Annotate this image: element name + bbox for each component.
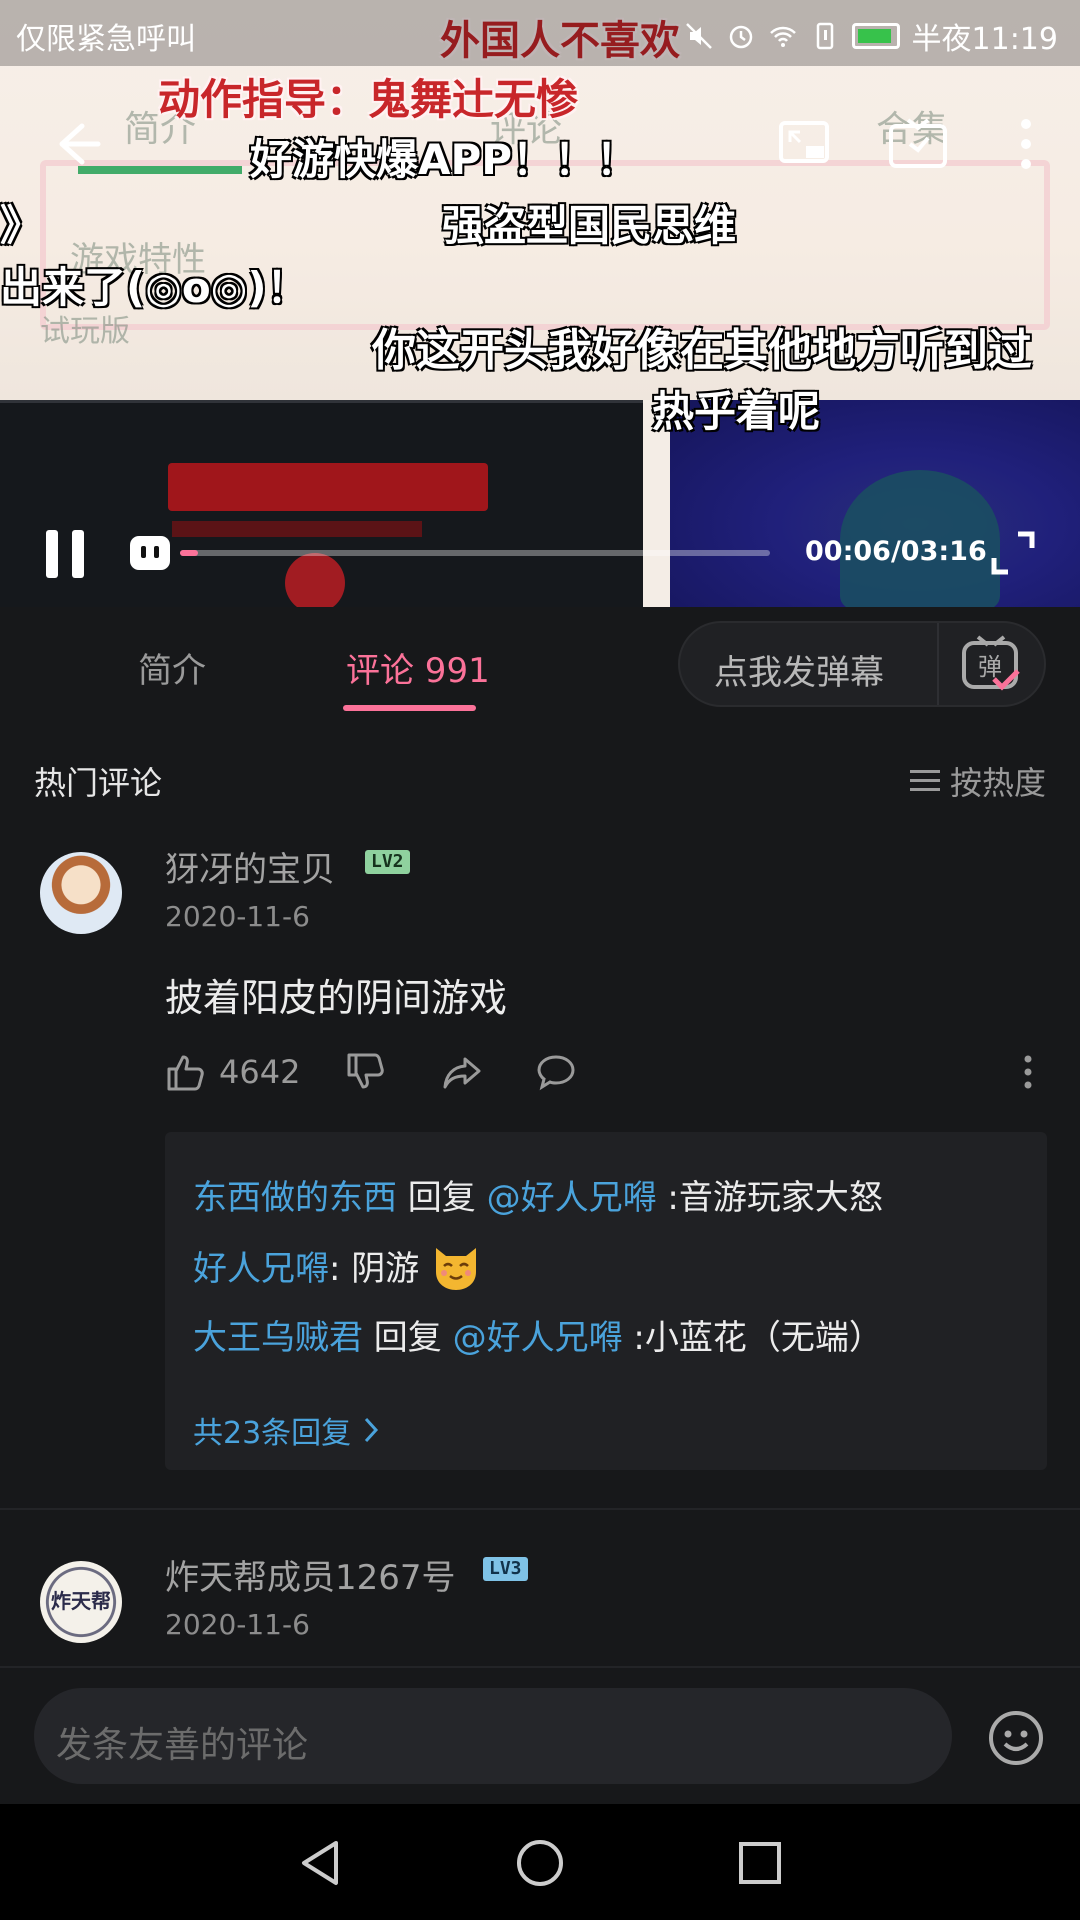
comment-divider: [0, 1508, 1080, 1510]
nav-back-icon[interactable]: [296, 1838, 346, 1888]
video-thumbnail-left: [0, 400, 643, 607]
tab-comments[interactable]: 评论 991: [346, 643, 490, 692]
status-bar: 仅限紧急呼叫 半夜11:19: [0, 0, 1080, 66]
danmaku-comment: 好游快爆APP！！！: [250, 135, 639, 184]
comment-input-bar: 发条友善的评论: [0, 1666, 1080, 1804]
reply-preview-box[interactable]: 东西做的东西 回复 @好人兄嘚 :音游玩家大怒 好人兄嘚: 阴游 大王乌贼君 回…: [165, 1132, 1047, 1470]
reply-item[interactable]: 好人兄嘚: 阴游: [193, 1240, 482, 1292]
send-danmaku-label: 点我发弹幕: [714, 653, 884, 693]
back-arrow-icon[interactable]: [48, 116, 104, 172]
emoji-icon[interactable]: [988, 1710, 1044, 1766]
comment-input-placeholder: 发条友善的评论: [56, 1725, 309, 1766]
reply-text: :音游玩家大怒: [656, 1178, 883, 1218]
reply-mention[interactable]: @好人兄嘚: [487, 1178, 657, 1218]
comment-bubble-icon: [537, 1055, 575, 1091]
cast-tv-icon[interactable]: [888, 118, 948, 170]
time-display: 00:06/03:16: [805, 536, 987, 567]
comment-actions: 4642: [165, 1050, 1045, 1094]
battery-icon: [851, 23, 900, 49]
level-badge: LV2: [365, 850, 410, 874]
sim-icon: [810, 21, 840, 51]
tab-bar: 简介 评论 991 点我发弹幕 弹: [0, 607, 1080, 719]
danmaku-comment: 动作指导：鬼舞辻无惨: [158, 75, 579, 124]
dislike-button[interactable]: [345, 1050, 387, 1094]
view-all-replies-link[interactable]: 共23条回复: [193, 1408, 381, 1452]
comment-username[interactable]: 炸天帮成员1267号: [165, 1550, 456, 1599]
nav-recents-icon[interactable]: [735, 1838, 785, 1888]
progress-fill: [180, 550, 198, 556]
share-button[interactable]: [441, 1050, 483, 1094]
danmaku-settings-icon[interactable]: 弹: [958, 633, 1024, 695]
reply-item[interactable]: 大王乌贼君 回复 @好人兄嘚 :小蓝花（无端）: [193, 1310, 883, 1359]
chevron-right-icon: [365, 1417, 379, 1443]
reply-button[interactable]: [535, 1050, 577, 1094]
reply-username[interactable]: 大王乌贼君: [193, 1318, 363, 1358]
sort-by-popularity[interactable]: 按热度: [909, 758, 1046, 804]
reply-verb: 回复: [397, 1178, 487, 1218]
danmaku-comment: 强盗型国民思维: [442, 201, 737, 250]
comment-date: 2020-11-6: [165, 900, 310, 933]
sort-label: 按热度: [949, 764, 1046, 802]
system-nav-bar: [0, 1804, 1080, 1920]
more-vertical-icon: [1024, 1055, 1032, 1089]
send-danmaku-divider: [937, 623, 939, 705]
danmaku-comment: 出来了(◎o◎)！: [0, 263, 309, 312]
danmaku-settings-glyph: 弹: [978, 653, 1002, 681]
wifi-icon: [768, 21, 798, 51]
comment-username[interactable]: 犽冴的宝贝: [165, 842, 335, 891]
like-button[interactable]: 4642: [165, 1050, 300, 1094]
thumb-down-icon: [347, 1053, 384, 1089]
nav-home-icon[interactable]: [515, 1838, 565, 1888]
clock: 半夜11:19: [911, 22, 1058, 57]
fullscreen-icon[interactable]: [990, 530, 1036, 576]
reply-text: : 阴游: [329, 1249, 431, 1289]
avatar[interactable]: [40, 852, 122, 934]
more-replies-label: 共23条回复: [193, 1416, 352, 1451]
list-icon: [909, 768, 940, 794]
video-player[interactable]: 简介 评论 合集 游戏特性 试玩版 动作指导：鬼舞辻无惨 好游快爆APP！！！ …: [0, 0, 1080, 607]
comment-date: 2020-11-6: [165, 1608, 310, 1641]
thumb-up-icon: [167, 1055, 204, 1091]
pause-icon[interactable]: [42, 528, 88, 580]
avatar[interactable]: 炸天帮: [40, 1561, 122, 1643]
hot-comments-header: 热门评论: [34, 764, 163, 802]
reply-verb: 回复: [363, 1318, 453, 1358]
comment-text: 披着阳皮的阴间游戏: [165, 976, 508, 1020]
danmaku-comment: 》: [0, 201, 43, 250]
comment-more-button[interactable]: [1007, 1050, 1049, 1094]
danmaku-comment: 热乎着呢: [652, 387, 821, 436]
reply-mention[interactable]: @好人兄嘚: [453, 1318, 623, 1358]
tab-active-underline: [343, 705, 476, 711]
carrier-text: 仅限紧急呼叫: [16, 22, 196, 57]
like-count: 4642: [219, 1053, 301, 1091]
comment-input[interactable]: 发条友善的评论: [34, 1688, 952, 1784]
tab-intro[interactable]: 简介: [138, 643, 206, 692]
reply-username[interactable]: 东西做的东西: [193, 1178, 397, 1218]
cat-emoji-icon: [430, 1240, 482, 1292]
danmaku-comment: 你这开头我好像在其他地方听到过: [372, 325, 1032, 376]
reply-username[interactable]: 好人兄嘚: [193, 1249, 329, 1289]
picture-in-picture-icon[interactable]: [778, 120, 830, 168]
progress-bar[interactable]: [180, 550, 770, 556]
level-badge: LV3: [483, 1557, 528, 1581]
mute-icon: [684, 21, 714, 51]
alarm-icon: [726, 21, 756, 51]
reply-text: :小蓝花（无端）: [622, 1318, 883, 1358]
more-vertical-icon[interactable]: [1012, 116, 1040, 172]
reply-item[interactable]: 东西做的东西 回复 @好人兄嘚 :音游玩家大怒: [193, 1170, 883, 1219]
send-danmaku-button[interactable]: 点我发弹幕 弹: [678, 621, 1046, 707]
share-icon: [443, 1057, 481, 1089]
avatar-text: 炸天帮: [51, 1589, 111, 1613]
danmaku-toggle-icon[interactable]: [128, 534, 172, 572]
